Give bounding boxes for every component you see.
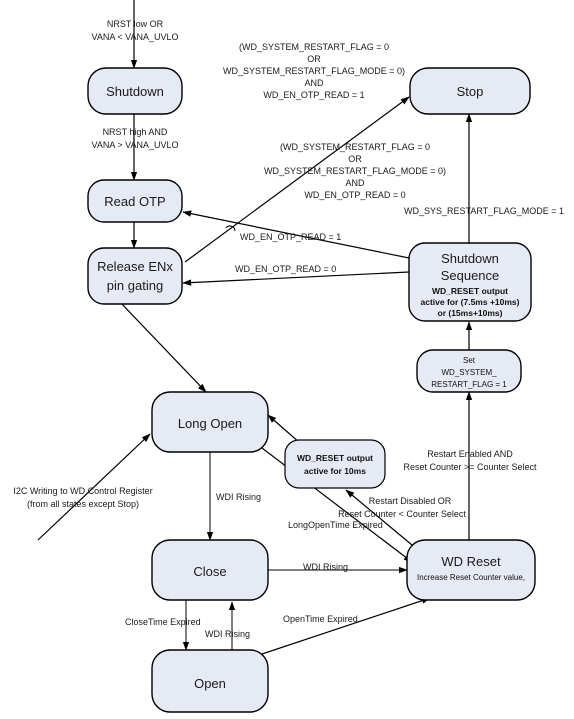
label-nrst-low-2: VANA < VANA_UVLO bbox=[92, 32, 179, 42]
label-cond-stop-5: WD_EN_OTP_READ = 1 bbox=[263, 90, 364, 100]
node-set-restart-flag-label-1: Set bbox=[463, 356, 476, 365]
label-otp-read-1: WD_EN_OTP_READ = 1 bbox=[240, 232, 341, 242]
label-nrst-low: NRST low OR VANA < VANA_UVLO bbox=[92, 19, 179, 42]
node-shutdown-sequence[interactable]: Shutdown Sequence WD_RESET output active… bbox=[408, 242, 532, 322]
svg-text:WDI Rising: WDI Rising bbox=[205, 629, 250, 639]
node-wd-reset-output[interactable]: WD_RESET output active for 10ms bbox=[284, 439, 386, 489]
node-shutdown-sequence-label-1: Shutdown bbox=[441, 251, 499, 266]
node-close-label: Close bbox=[193, 564, 226, 579]
label-cond-stop-1: (WD_SYSTEM_RESTART_FLAG = 0 bbox=[239, 42, 389, 52]
node-wd-reset-output-label-2: active for 10ms bbox=[304, 466, 366, 476]
node-release-enx-label-1: Release ENx bbox=[97, 259, 173, 274]
svg-text:CloseTime Expired: CloseTime Expired bbox=[125, 617, 201, 627]
edge-release-enx-to-long-open bbox=[119, 301, 207, 393]
label-condition-to-read-otp: (WD_SYSTEM_RESTART_FLAG = 0 OR WD_SYSTEM… bbox=[264, 142, 446, 200]
node-long-open[interactable]: Long Open bbox=[151, 391, 269, 453]
svg-text:WD_EN_OTP_READ = 0: WD_EN_OTP_READ = 0 bbox=[235, 264, 336, 274]
label-restart-disabled-2: Reset Counter < Counter Select bbox=[338, 509, 466, 519]
node-wd-reset-label: WD Reset bbox=[441, 554, 501, 569]
label-restart-enabled-1: Restart Enabled AND bbox=[427, 449, 513, 459]
node-wd-reset-output-label-1: WD_RESET output bbox=[297, 453, 373, 463]
node-shutdown-sequence-detail-1: WD_RESET output bbox=[432, 286, 508, 296]
label-open-time-expired: OpenTime Expired bbox=[283, 614, 358, 624]
node-open-label: Open bbox=[194, 676, 226, 691]
svg-text:WD_EN_OTP_READ = 1: WD_EN_OTP_READ = 1 bbox=[240, 232, 341, 242]
node-set-restart-flag[interactable]: Set WD_SYSTEM_ RESTART_FLAG = 1 bbox=[416, 349, 522, 393]
label-cond-readotp-3: WD_SYSTEM_RESTART_FLAG_MODE = 0) bbox=[264, 166, 446, 176]
label-nrst-high-1: NRST high AND bbox=[103, 127, 168, 137]
node-set-restart-flag-label-3: RESTART_FLAG = 1 bbox=[431, 380, 507, 389]
svg-text:WD_SYS_RESTART_FLAG_MODE = 1: WD_SYS_RESTART_FLAG_MODE = 1 bbox=[404, 206, 564, 216]
node-shutdown-label: Shutdown bbox=[106, 84, 164, 99]
label-cond-readotp-2: OR bbox=[348, 154, 362, 164]
label-restart-flag-mode-1: WD_SYS_RESTART_FLAG_MODE = 1 bbox=[404, 206, 564, 216]
node-wd-reset-detail: Increase Reset Counter value, bbox=[417, 573, 525, 582]
label-nrst-high-2: VANA > VANA_UVLO bbox=[92, 140, 179, 150]
node-read-otp[interactable]: Read OTP bbox=[87, 179, 183, 223]
label-cond-stop-3: WD_SYSTEM_RESTART_FLAG_MODE = 0) bbox=[223, 66, 405, 76]
label-restart-enabled-2: Reset Counter >= Counter Select bbox=[403, 462, 537, 472]
node-release-enx[interactable]: Release ENx pin gating bbox=[87, 247, 183, 305]
label-restart-enabled: Restart Enabled AND Reset Counter >= Cou… bbox=[403, 449, 537, 472]
node-shutdown-sequence-detail-2: active for (7.5ms +10ms) bbox=[421, 297, 520, 307]
node-stop-label: Stop bbox=[457, 84, 484, 99]
svg-text:LongOpenTime Expired: LongOpenTime Expired bbox=[288, 520, 383, 530]
state-machine-diagram: Shutdown Stop Read OTP Release ENx pin g… bbox=[0, 0, 574, 719]
edge-open-to-wd-reset bbox=[261, 597, 431, 655]
label-wdi-rising-long-open: WDI Rising bbox=[216, 492, 261, 502]
svg-text:WDI Rising: WDI Rising bbox=[216, 492, 261, 502]
node-set-restart-flag-label-2: WD_SYSTEM_ bbox=[441, 368, 497, 377]
node-long-open-label: Long Open bbox=[178, 416, 242, 431]
label-i2c-write-2: (from all states except Stop) bbox=[27, 499, 139, 509]
label-nrst-high: NRST high AND VANA > VANA_UVLO bbox=[92, 127, 179, 150]
label-nrst-low-1: NRST low OR bbox=[107, 19, 164, 29]
label-cond-stop-2: OR bbox=[307, 54, 321, 64]
node-shutdown[interactable]: Shutdown bbox=[87, 67, 183, 115]
node-shutdown-sequence-label-2: Sequence bbox=[441, 268, 500, 283]
label-wdi-rising-open: WDI Rising bbox=[205, 629, 250, 639]
label-wdi-rising-close: WDI Rising bbox=[303, 562, 348, 572]
node-shutdown-sequence-detail-3: or (15ms+10ms) bbox=[438, 308, 503, 318]
node-wd-reset[interactable]: WD Reset Increase Reset Counter value, bbox=[406, 539, 536, 601]
edge-wd-reset-output-to-long-open bbox=[267, 414, 301, 444]
svg-text:OpenTime Expired: OpenTime Expired bbox=[283, 614, 358, 624]
label-cond-readotp-4: AND bbox=[345, 178, 365, 188]
label-cond-readotp-5: WD_EN_OTP_READ = 0 bbox=[304, 190, 405, 200]
label-close-time-expired: CloseTime Expired bbox=[125, 617, 201, 627]
label-cond-readotp-1: (WD_SYSTEM_RESTART_FLAG = 0 bbox=[280, 142, 430, 152]
label-restart-disabled-1: Restart Disabled OR bbox=[369, 496, 452, 506]
label-i2c-write-1: I2C Writing to WD Control Register bbox=[13, 486, 152, 496]
node-read-otp-label: Read OTP bbox=[104, 194, 165, 209]
label-long-open-time-expired: LongOpenTime Expired bbox=[288, 520, 383, 530]
node-release-enx-label-2: pin gating bbox=[107, 278, 163, 293]
label-cond-stop-4: AND bbox=[304, 78, 324, 88]
label-otp-read-0: WD_EN_OTP_READ = 0 bbox=[235, 264, 336, 274]
node-stop[interactable]: Stop bbox=[409, 67, 531, 115]
label-condition-to-stop: (WD_SYSTEM_RESTART_FLAG = 0 OR WD_SYSTEM… bbox=[223, 42, 405, 100]
svg-text:WDI Rising: WDI Rising bbox=[303, 562, 348, 572]
node-open[interactable]: Open bbox=[151, 649, 269, 713]
node-close[interactable]: Close bbox=[151, 539, 269, 601]
